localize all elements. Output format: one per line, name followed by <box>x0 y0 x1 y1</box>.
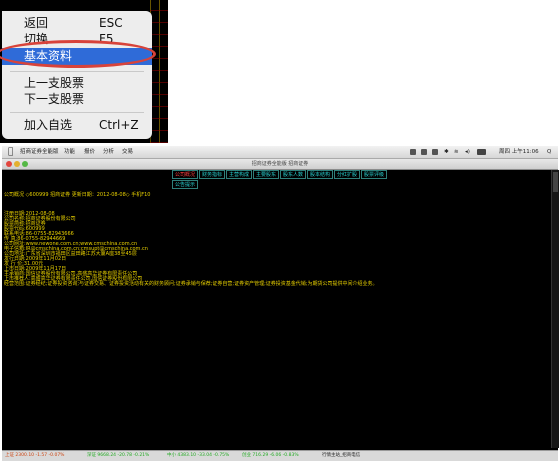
tab-main-business[interactable]: 主营构成 <box>226 170 252 179</box>
f10-content-area: 公司概况 财务指标 主营构成 主要股东 股东人数 股本结构 分红扩股 股票评级 … <box>2 170 559 450</box>
menu-item-prev-stock[interactable]: 上一支股票 <box>24 75 146 92</box>
menubar-item-app[interactable]: 招商证券全能版 <box>20 146 59 158</box>
tab-company-overview[interactable]: 公司概况 <box>172 170 198 179</box>
market-statusbar: 上证 2300.10 -1.57 -0.07% 深证 9668.24 -20.7… <box>2 450 558 461</box>
menu-item-add-watchlist[interactable]: 加入自选 Ctrl+Z <box>24 117 146 134</box>
scrollbar-thumb[interactable] <box>553 172 558 192</box>
menubar-item-analysis[interactable]: 分析 <box>103 146 114 158</box>
menu-item-label: 下一支股票 <box>24 92 85 106</box>
menu-item-next-stock[interactable]: 下一支股票 <box>24 91 146 108</box>
tray-icon[interactable] <box>432 149 438 155</box>
tray-icon[interactable] <box>421 149 427 155</box>
bluetooth-icon[interactable]: ✱ <box>444 146 449 158</box>
menu-item-label: 加入自选 <box>24 118 73 132</box>
tab-major-shareholders[interactable]: 主要股东 <box>253 170 279 179</box>
tab-financial-indicators[interactable]: 财务指标 <box>199 170 225 179</box>
menu-item-back[interactable]: 返回 ESC <box>24 15 146 32</box>
index-shenzhen[interactable]: 深证 9668.24 -20.78 -0.21% <box>87 451 149 461</box>
apple-menu-icon[interactable]:  <box>8 146 13 158</box>
tab-shareholder-count[interactable]: 股东人数 <box>280 170 306 179</box>
menu-separator <box>10 71 144 72</box>
battery-icon[interactable] <box>477 149 486 155</box>
index-sme[interactable]: 中小 4383.10 -33.04 -0.75% <box>167 451 229 461</box>
vertical-scrollbar[interactable] <box>551 170 559 448</box>
tab-equity-structure[interactable]: 股本结构 <box>307 170 333 179</box>
context-menu-screenshot: 返回 ESC 切换 F5 基本资料 上一支股票 下一支股票 加入自选 Ctrl+… <box>0 0 168 143</box>
tray-icon[interactable] <box>410 149 416 155</box>
spotlight-search-icon[interactable]: Q <box>547 146 551 158</box>
tab-dividends[interactable]: 分红扩股 <box>334 170 360 179</box>
info-line: 经营范围:证券经纪;证券投资咨询;与证券交易、证券投资活动有关的财务顾问;证券承… <box>4 281 378 287</box>
menu-item-basic-info[interactable]: 基本资料 <box>2 48 152 65</box>
menu-item-label: 切换 <box>24 32 49 46</box>
menu-separator <box>10 112 144 113</box>
chart-grid-background <box>150 0 168 143</box>
wifi-icon[interactable]: ≋ <box>454 146 459 158</box>
menu-item-shortcut: Ctrl+Z <box>99 118 139 132</box>
tab-announcements[interactable]: 公告提示 <box>172 180 198 189</box>
system-menubar:  招商证券全能版 功能 报价 分析 交易 ✱ ≋ ◂) 周四 上午11:06 … <box>2 146 558 159</box>
context-menu: 返回 ESC 切换 F5 基本资料 上一支股票 下一支股票 加入自选 Ctrl+… <box>2 11 152 139</box>
menu-item-label: 上一支股票 <box>24 76 85 90</box>
server-status: 行情主站_招商电信 <box>322 453 361 458</box>
app-window:  招商证券全能版 功能 报价 分析 交易 ✱ ≋ ◂) 周四 上午11:06 … <box>2 146 559 461</box>
menu-item-label: 基本资料 <box>24 49 73 63</box>
tab-stock-rating[interactable]: 股票评级 <box>361 170 387 179</box>
menu-item-shortcut: ESC <box>99 16 123 30</box>
menu-item-label: 返回 <box>24 16 49 30</box>
volume-icon[interactable]: ◂) <box>465 146 470 158</box>
window-titlebar: 招商证券全能版 招商证券 <box>2 159 558 170</box>
content-header: 公司概况 ◇600999 招商证券 更新日期：2012-08-08◇ 手机F10 <box>4 192 151 198</box>
menubar-item-function[interactable]: 功能 <box>64 146 75 158</box>
menubar-clock: 周四 上午11:06 <box>499 149 539 155</box>
menubar-item-quote[interactable]: 报价 <box>84 146 95 158</box>
menu-item-shortcut: F5 <box>99 32 114 46</box>
menu-item-switch[interactable]: 切换 F5 <box>24 31 146 48</box>
index-shanghai[interactable]: 上证 2300.10 -1.57 -0.07% <box>5 451 64 461</box>
window-title: 招商证券全能版 招商证券 <box>251 161 309 167</box>
index-chinext[interactable]: 创业 716.29 -6.06 -0.83% <box>242 451 299 461</box>
menubar-item-trade[interactable]: 交易 <box>122 146 133 158</box>
